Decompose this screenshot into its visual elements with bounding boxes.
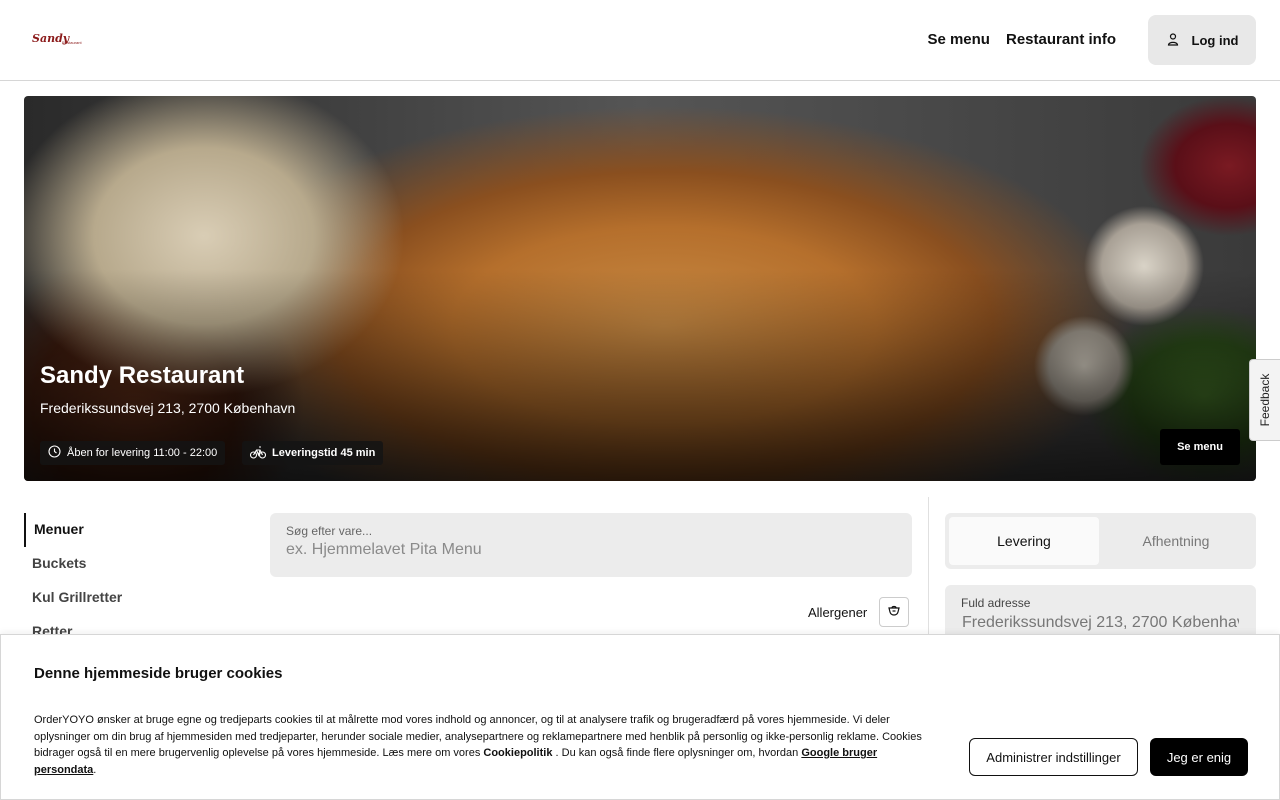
category-list: Menuer Buckets Kul Grillretter Retter bbox=[24, 513, 122, 649]
category-item-buckets[interactable]: Buckets bbox=[24, 547, 122, 581]
cookie-text-part-3: . bbox=[93, 763, 97, 776]
restaurant-name: Sandy Restaurant bbox=[40, 362, 245, 389]
site-header: Sandy Restaurant Se menu Restaurant info… bbox=[0, 0, 1280, 81]
main-nav: Se menu Restaurant info bbox=[927, 31, 1116, 48]
logo-sub-text: Restaurant bbox=[62, 40, 82, 45]
cookie-title: Denne hjemmeside bruger cookies bbox=[34, 665, 283, 682]
restaurant-logo[interactable]: Sandy Restaurant bbox=[32, 30, 92, 50]
login-button[interactable]: Log ind bbox=[1148, 15, 1256, 65]
search-box: Søg efter vare... bbox=[270, 513, 912, 577]
column-divider bbox=[928, 497, 929, 637]
search-label: Søg efter vare... bbox=[286, 524, 373, 538]
delivery-time-badge: Leveringstid 45 min bbox=[242, 441, 384, 465]
bicycle-icon bbox=[249, 445, 267, 462]
nav-link-menu[interactable]: Se menu bbox=[927, 31, 990, 48]
allergen-icon bbox=[887, 604, 901, 621]
mode-option-delivery[interactable]: Levering bbox=[949, 517, 1099, 565]
address-value[interactable]: Frederikssundsvej 213, 2700 København bbox=[962, 614, 1239, 632]
clock-icon bbox=[48, 445, 61, 461]
cookie-text-part-2: . Du kan også finde flere oplysninger om… bbox=[555, 747, 799, 759]
allergen-label: Allergener bbox=[808, 604, 868, 620]
search-input[interactable] bbox=[286, 541, 886, 559]
feedback-tab[interactable]: Feedback bbox=[1249, 359, 1280, 441]
allergen-button[interactable] bbox=[879, 597, 910, 627]
order-mode-toggle: Levering Afhentning bbox=[945, 513, 1256, 569]
allergen-filter: Allergener bbox=[808, 597, 910, 627]
opening-hours-text: Åben for levering 11:00 - 22:00 bbox=[67, 447, 218, 459]
feedback-label: Feedback bbox=[1258, 373, 1272, 427]
hero-see-menu-button[interactable]: Se menu bbox=[1160, 429, 1240, 465]
login-label: Log ind bbox=[1191, 32, 1239, 48]
user-icon bbox=[1166, 32, 1180, 49]
manage-settings-button[interactable]: Administrer indstillinger bbox=[969, 738, 1138, 776]
accept-cookies-button[interactable]: Jeg er enig bbox=[1150, 738, 1248, 776]
category-item-kul-grillretter[interactable]: Kul Grillretter bbox=[24, 581, 122, 615]
delivery-time-text: Leveringstid 45 min bbox=[272, 447, 376, 459]
restaurant-address: Frederikssundsvej 213, 2700 København bbox=[40, 400, 296, 416]
address-label: Fuld adresse bbox=[961, 596, 1031, 610]
cookie-text: OrderYOYO ønsker at bruge egne og tredje… bbox=[34, 712, 934, 778]
hero-banner: Sandy Restaurant Frederikssundsvej 213, … bbox=[24, 96, 1256, 481]
cookie-policy-link[interactable]: Cookiepolitik bbox=[483, 747, 552, 759]
nav-link-restaurant-info[interactable]: Restaurant info bbox=[1006, 31, 1116, 48]
category-item-menuer[interactable]: Menuer bbox=[24, 513, 122, 547]
mode-option-pickup[interactable]: Afhentning bbox=[1101, 517, 1251, 565]
cookie-banner: Denne hjemmeside bruger cookies OrderYOY… bbox=[0, 634, 1280, 800]
opening-hours-badge: Åben for levering 11:00 - 22:00 bbox=[40, 441, 226, 465]
hero-image-overlay bbox=[24, 96, 1256, 481]
